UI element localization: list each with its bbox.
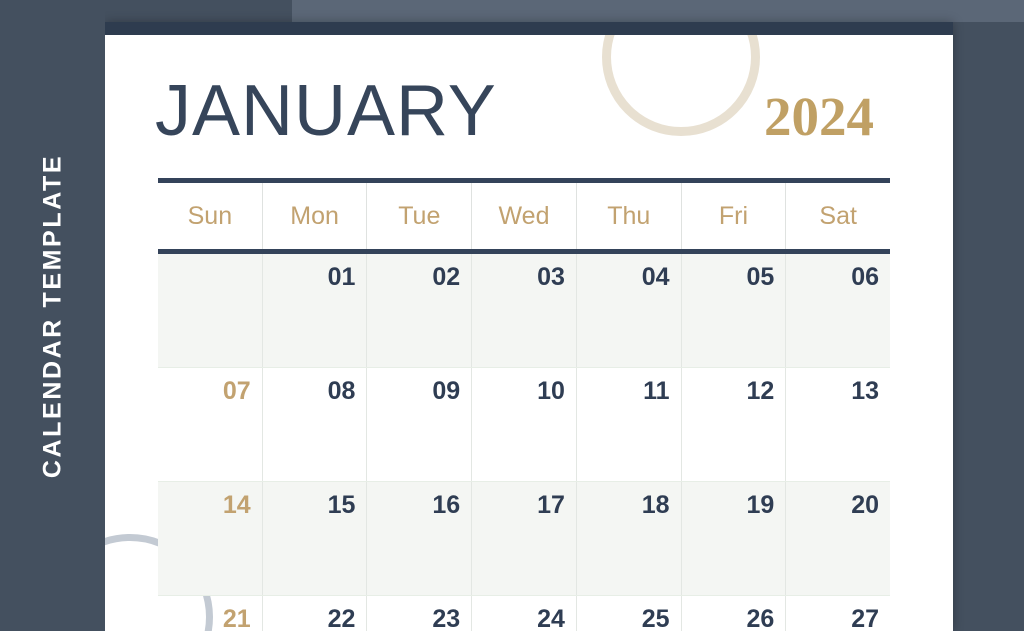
date-number: 24 <box>537 605 565 631</box>
day-cell-23[interactable]: 23 <box>366 596 471 631</box>
day-cell-11[interactable]: 11 <box>575 368 681 481</box>
date-number: 23 <box>432 605 461 631</box>
backdrop-light-panel <box>292 0 1024 22</box>
day-cell-01[interactable]: 01 <box>261 254 367 367</box>
day-cell-02[interactable]: 02 <box>366 254 471 367</box>
day-cell-04[interactable]: 04 <box>575 254 681 367</box>
week-row: 07 08 09 10 11 12 13 <box>158 367 890 481</box>
month-title: JANUARY <box>155 71 497 151</box>
weekday-header-sat: Sat <box>785 183 890 249</box>
day-cell-19[interactable]: 19 <box>680 482 786 595</box>
day-cell-27[interactable]: 27 <box>785 596 890 631</box>
date-number: 14 <box>222 491 251 519</box>
calendar-header: JANUARY 2024 <box>105 22 953 194</box>
date-number: 27 <box>851 605 880 631</box>
day-cell-13[interactable]: 13 <box>785 368 890 481</box>
weekday-header-wed: Wed <box>471 183 576 249</box>
date-number: 05 <box>746 263 775 291</box>
weekday-header-row: Sun Mon Tue Wed Thu Fri Sat <box>158 183 890 249</box>
date-number: 12 <box>746 377 775 405</box>
weekday-header-tue: Tue <box>366 183 471 249</box>
weekday-header-thu: Thu <box>575 183 681 249</box>
weeks-container: 01 02 03 04 05 06 07 08 09 10 11 12 13 14 15 16 17 18 19 20… <box>158 254 890 631</box>
day-cell-17[interactable]: 17 <box>471 482 576 595</box>
date-number: 26 <box>746 605 775 631</box>
date-number: 09 <box>432 377 461 405</box>
day-cell-22[interactable]: 22 <box>261 596 367 631</box>
week-row: 01 02 03 04 05 06 <box>158 254 890 367</box>
day-cell-26[interactable]: 26 <box>680 596 786 631</box>
date-number: 18 <box>641 491 670 519</box>
day-cell-12[interactable]: 12 <box>680 368 786 481</box>
sidebar-rail: CALENDAR TEMPLATE <box>0 0 105 631</box>
day-cell-25[interactable]: 25 <box>575 596 681 631</box>
date-number: 08 <box>327 377 356 405</box>
day-cell-14[interactable]: 14 <box>158 482 262 595</box>
day-cell-08[interactable]: 08 <box>261 368 367 481</box>
date-number: 19 <box>746 491 775 519</box>
date-number: 25 <box>641 605 670 631</box>
date-number: 07 <box>222 377 251 405</box>
week-row: 14 15 16 17 18 19 20 <box>158 481 890 595</box>
date-number: 13 <box>851 377 880 405</box>
day-cell-18[interactable]: 18 <box>575 482 681 595</box>
date-number: 20 <box>851 491 880 519</box>
date-number: 01 <box>327 263 356 291</box>
date-number: 22 <box>327 605 356 631</box>
date-number: 17 <box>537 491 565 519</box>
day-cell-05[interactable]: 05 <box>680 254 786 367</box>
date-number: 04 <box>641 263 670 291</box>
weekday-header-mon: Mon <box>261 183 367 249</box>
date-number: 21 <box>222 605 251 631</box>
date-number: 16 <box>432 491 461 519</box>
sidebar-vertical-title: CALENDAR TEMPLATE <box>38 153 66 478</box>
day-cell-09[interactable]: 09 <box>366 368 471 481</box>
date-number: 10 <box>537 377 565 405</box>
day-cell-03[interactable]: 03 <box>471 254 576 367</box>
calendar-page: JANUARY 2024 Sun Mon Tue Wed Thu Fri Sat 01 02 0… <box>105 22 953 631</box>
day-cell-20[interactable]: 20 <box>785 482 890 595</box>
year-label: 2024 <box>764 86 874 147</box>
date-number: 02 <box>432 263 461 291</box>
weekday-header-sun: Sun <box>187 201 233 230</box>
day-cell-empty[interactable] <box>158 254 262 367</box>
week-row: 21 22 23 24 25 26 27 <box>158 595 890 631</box>
day-cell-06[interactable]: 06 <box>785 254 890 367</box>
weekday-header-fri: Fri <box>680 183 786 249</box>
calendar-grid: Sun Mon Tue Wed Thu Fri Sat 01 02 03 04 05 06 07 08 09… <box>158 178 890 631</box>
date-number: 06 <box>851 263 880 291</box>
day-cell-21[interactable]: 21 <box>158 596 262 631</box>
date-number: 11 <box>643 377 670 405</box>
day-cell-10[interactable]: 10 <box>471 368 576 481</box>
day-cell-16[interactable]: 16 <box>366 482 471 595</box>
date-number: 03 <box>537 263 565 291</box>
page-top-band <box>105 22 953 35</box>
date-number: 15 <box>327 491 356 519</box>
day-cell-15[interactable]: 15 <box>261 482 367 595</box>
day-cell-07[interactable]: 07 <box>158 368 262 481</box>
day-cell-24[interactable]: 24 <box>471 596 576 631</box>
